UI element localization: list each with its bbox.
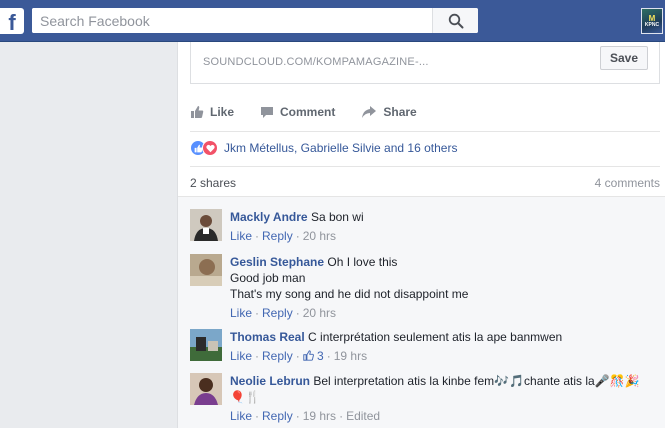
comment-text: Oh I love this (327, 255, 398, 269)
reactions-summary[interactable]: Jkm Métellus, Gabrielle Silvie and 16 ot… (190, 139, 457, 157)
comment-author[interactable]: Thomas Real (230, 330, 305, 344)
comment-reply-link[interactable]: Reply (262, 306, 293, 320)
comment-author[interactable]: Neolie Lebrun (230, 374, 310, 388)
party-emoji: 🎤🎊🎉 (594, 374, 640, 388)
comment-text: Sa bon wi (310, 210, 364, 224)
comment-text: Bel interpretation atis la kinbe fem (313, 374, 495, 388)
shares-count[interactable]: 2 shares (190, 176, 236, 192)
comment-likes[interactable]: 3 (303, 349, 324, 363)
comment-icon (260, 105, 274, 119)
avatar[interactable] (190, 209, 222, 241)
share-arrow-icon (361, 105, 377, 119)
post-card: SOUNDCLOUD.COM/KOMPAMAGAZINE-... Save Li… (177, 42, 665, 428)
comment-button[interactable]: Comment (260, 105, 335, 119)
music-notes-emoji: 🎶🎵 (494, 374, 525, 388)
avatar[interactable] (190, 329, 222, 361)
divider (190, 166, 660, 167)
comment-like-link[interactable]: Like (230, 409, 252, 423)
link-domain: SOUNDCLOUD.COM/KOMPAMAGAZINE-... (203, 56, 429, 68)
avatar[interactable] (190, 254, 222, 286)
share-label: Share (383, 105, 417, 119)
comment-text-line: That's my song and he did not disappoint… (230, 287, 469, 301)
comment-like-count: 3 (317, 349, 324, 363)
comment-reply-link[interactable]: Reply (262, 409, 293, 423)
link-preview[interactable]: SOUNDCLOUD.COM/KOMPAMAGAZINE-... Save (190, 42, 660, 84)
comment-meta: Like · Reply · 20 hrs (230, 306, 337, 320)
avatar[interactable] (190, 373, 222, 405)
comment-meta: Like · Reply · 20 hrs (230, 229, 337, 243)
balloon-cutlery-emoji: 🎈🍴 (230, 390, 260, 404)
comment-text-line: Good job man (230, 271, 306, 285)
comment-author[interactable]: Mackly Andre (230, 210, 308, 224)
share-button[interactable]: Share (361, 105, 417, 119)
comment-like-link[interactable]: Like (230, 229, 252, 243)
profile-badge-bottom: KPNC (644, 21, 660, 28)
facebook-logo[interactable]: f (0, 8, 24, 34)
comment-text: C interprétation seulement atis la ape b… (308, 330, 563, 344)
thumbs-up-icon (303, 350, 314, 361)
like-label: Like (210, 105, 235, 119)
search-box (32, 8, 478, 33)
comment-edited-label[interactable]: Edited (346, 409, 380, 423)
comment-time[interactable]: 20 hrs (303, 229, 336, 243)
search-button[interactable] (432, 8, 478, 33)
top-navigation-bar: f M KPNC (0, 0, 665, 42)
search-icon (448, 13, 463, 28)
like-button[interactable]: Like (190, 105, 234, 119)
engagement-counts: 2 shares 4 comments (190, 176, 660, 192)
divider (190, 131, 660, 132)
comment-text-continued: chante atis la (524, 374, 595, 388)
comment-time[interactable]: 19 hrs (334, 349, 367, 363)
comment-meta: Like · Reply · 19 hrs · Edited (230, 409, 381, 423)
comment-time[interactable]: 19 hrs (303, 409, 336, 423)
comment-like-link[interactable]: Like (230, 349, 252, 363)
comment-meta: Like · Reply · 3 · 19 hrs (230, 349, 368, 363)
thumbs-up-icon (190, 105, 204, 119)
save-button[interactable]: Save (600, 46, 648, 70)
love-reaction-icon (202, 140, 218, 156)
comment-like-link[interactable]: Like (230, 306, 252, 320)
comments-section: Mackly Andre Sa bon wi Like · Reply · 20 hrs (178, 196, 665, 428)
facebook-logo-letter: f (8, 10, 16, 34)
comment-reply-link[interactable]: Reply (262, 349, 293, 363)
post-actions: Like Comment Share (190, 98, 660, 126)
comment-label: Comment (280, 105, 336, 119)
comment-author[interactable]: Geslin Stephane (230, 255, 324, 269)
comment-reply-link[interactable]: Reply (262, 229, 293, 243)
comments-count[interactable]: 4 comments (595, 176, 660, 192)
search-input[interactable] (32, 8, 432, 33)
page-profile-thumbnail[interactable]: M KPNC (641, 8, 663, 34)
comment-time[interactable]: 20 hrs (303, 306, 336, 320)
reactions-names[interactable]: Jkm Métellus, Gabrielle Silvie and 16 ot… (224, 141, 457, 155)
